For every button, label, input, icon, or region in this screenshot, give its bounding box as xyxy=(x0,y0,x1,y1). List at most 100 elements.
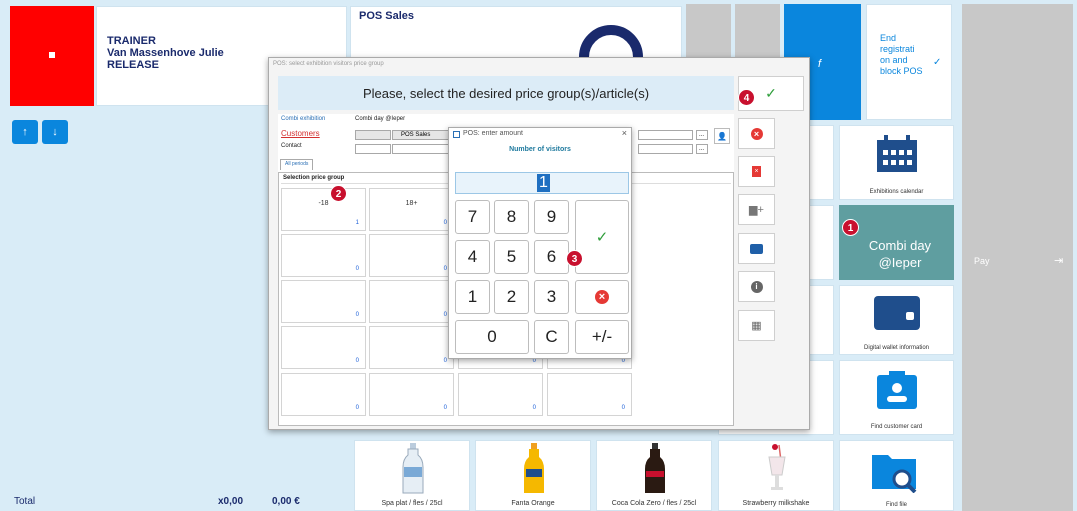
customers-code-field[interactable] xyxy=(355,130,391,140)
instruction-text: Please, select the desired price group(s… xyxy=(362,86,650,101)
red-status-tile[interactable] xyxy=(10,6,94,106)
scroll-up-button[interactable]: ↑ xyxy=(12,120,38,144)
milkshake-icon xyxy=(768,444,786,490)
key-6[interactable]: 6 xyxy=(534,240,569,274)
fanta-bottle-icon xyxy=(524,443,544,493)
product-tile-milkshake[interactable]: Strawberry milkshake xyxy=(718,440,834,511)
find-customer-card-tile[interactable]: Find customer card xyxy=(839,360,954,435)
pay-button[interactable]: Pay ⇥ xyxy=(962,4,1073,511)
contact-browse-button[interactable]: ... xyxy=(696,144,708,154)
add-note-button[interactable]: ▆+ xyxy=(738,194,775,225)
step-badge-1: 1 xyxy=(842,219,859,236)
amount-value: 1 xyxy=(537,174,550,192)
step-badge-3: 3 xyxy=(566,250,583,267)
price-group-cell[interactable]: 0 xyxy=(458,373,543,416)
price-group-cell[interactable]: 0 xyxy=(369,234,454,277)
customer-search-button[interactable]: 👤 xyxy=(714,128,730,144)
key-clear[interactable]: C xyxy=(534,320,569,354)
enter-button[interactable]: ✓ xyxy=(575,200,629,274)
price-group-cell[interactable]: -18 1 xyxy=(281,188,366,231)
contact-extra-field[interactable] xyxy=(638,144,693,154)
check-icon: ✓ xyxy=(933,57,942,68)
arrow-down-icon: ↓ xyxy=(52,126,58,138)
contact-code-field[interactable] xyxy=(355,144,391,154)
add-box-icon: ▆+ xyxy=(749,204,764,216)
key-8[interactable]: 8 xyxy=(494,200,529,234)
user-search-icon: 👤 xyxy=(717,131,727,141)
digital-wallet-tile[interactable]: Digital wallet information xyxy=(839,285,954,355)
price-group-cell[interactable]: 0 xyxy=(369,280,454,323)
selection-price-group-title: Selection price group xyxy=(283,175,345,181)
calendar-button[interactable]: ▦ xyxy=(738,310,775,341)
key-7[interactable]: 7 xyxy=(455,200,490,234)
customers-extra-field[interactable] xyxy=(638,130,693,140)
price-group-cell[interactable]: 0 xyxy=(281,373,366,416)
cancel-button[interactable]: × xyxy=(738,118,775,149)
price-group-cell[interactable]: 0 xyxy=(369,326,454,369)
calendar-icon xyxy=(877,135,917,172)
key-9[interactable]: 9 xyxy=(534,200,569,234)
key-plus-minus[interactable]: +/- xyxy=(575,320,629,354)
key-5[interactable]: 5 xyxy=(494,240,529,274)
customer-card-icon xyxy=(877,371,917,409)
price-group-cell[interactable]: 0 xyxy=(281,234,366,277)
product-label: Coca Cola Zero / fles / 25cl xyxy=(611,500,697,507)
enter-amount-title: POS: enter amount xyxy=(463,130,523,137)
info-button[interactable]: i xyxy=(738,271,775,302)
combi-exhibition-label: Combi exhibition xyxy=(281,116,326,122)
water-bottle-icon xyxy=(402,443,424,494)
scroll-down-button[interactable]: ↓ xyxy=(42,120,68,144)
release-label: RELEASE xyxy=(107,59,159,71)
product-label: Strawberry milkshake xyxy=(742,500,810,507)
price-group-cell[interactable]: 0 xyxy=(281,280,366,323)
key-0[interactable]: 0 xyxy=(455,320,529,354)
user-role: TRAINER xyxy=(107,35,156,47)
comment-button[interactable] xyxy=(738,233,775,264)
amount-input[interactable]: 1 xyxy=(455,172,629,194)
price-group-cell[interactable]: 0 xyxy=(281,326,366,369)
key-1[interactable]: 1 xyxy=(455,280,490,314)
price-group-cell[interactable]: 0 xyxy=(369,373,454,416)
exhibitions-calendar-tile[interactable]: Exhibitions calendar xyxy=(839,125,954,200)
product-label: Spa plat / fles / 25cl xyxy=(381,500,443,507)
cancel-key[interactable]: × xyxy=(575,280,629,314)
price-group-dialog-title: POS: select exhibition visitors price gr… xyxy=(273,61,384,67)
digital-wallet-label: Digital wallet information xyxy=(863,345,930,351)
key-4[interactable]: 4 xyxy=(455,240,490,274)
function-label: f xyxy=(818,58,822,70)
end-registration-tile[interactable]: End registrati on and block POS ✓ xyxy=(866,4,952,120)
number-of-visitors-label: Number of visitors xyxy=(509,146,571,153)
delete-button[interactable]: × xyxy=(738,156,775,187)
product-tile-spa[interactable]: Spa plat / fles / 25cl xyxy=(354,440,470,511)
contact-name-field[interactable] xyxy=(392,144,450,154)
end-registration-label: End registrati on and block POS xyxy=(880,33,923,76)
key-3[interactable]: 3 xyxy=(534,280,569,314)
product-tile-fanta[interactable]: Fanta Orange xyxy=(475,440,591,511)
find-file-label: Find file xyxy=(885,502,907,508)
trash-icon: × xyxy=(752,166,761,177)
check-icon: ✓ xyxy=(595,229,609,246)
key-2[interactable]: 2 xyxy=(494,280,529,314)
enter-amount-dialog: POS: enter amount × Number of visitors 1… xyxy=(448,127,632,359)
arrow-up-icon: ↑ xyxy=(22,126,28,138)
combi-day-tile[interactable]: Combi day @Ieper xyxy=(839,205,954,280)
step-badge-2: 2 xyxy=(330,185,347,202)
stop-icon xyxy=(49,52,55,58)
product-tile-coca-cola[interactable]: Coca Cola Zero / fles / 25cl xyxy=(596,440,712,511)
find-file-tile[interactable]: Find file xyxy=(839,440,954,511)
customers-browse-button[interactable]: ... xyxy=(696,130,708,140)
price-group-cell[interactable]: 0 xyxy=(547,373,632,416)
price-group-cell[interactable]: 18+ 0 xyxy=(369,188,454,231)
wallet-icon xyxy=(874,296,920,330)
close-button[interactable]: × xyxy=(622,128,627,138)
total-label: Total xyxy=(14,496,36,507)
contact-label: Contact xyxy=(281,143,302,149)
instruction-banner: Please, select the desired price group(s… xyxy=(278,76,734,110)
customers-link[interactable]: Customers xyxy=(281,129,320,138)
info-icon: i xyxy=(750,280,763,293)
customers-name-field[interactable]: POS Sales xyxy=(392,130,450,140)
combi-day-label: Combi day @Ieper xyxy=(868,238,932,270)
calendar-small-icon: ▦ xyxy=(751,320,762,332)
cancel-circle-icon: × xyxy=(595,290,609,304)
tab-all-periods[interactable]: All periods xyxy=(280,159,314,170)
